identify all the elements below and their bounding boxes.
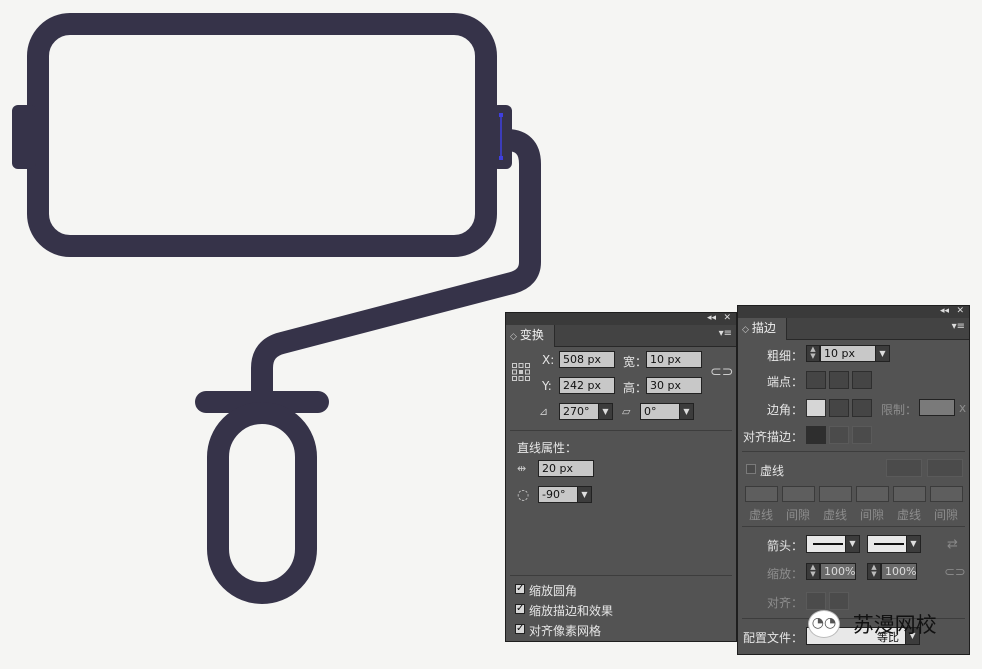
dashed-line-checkbox[interactable] xyxy=(746,464,756,474)
weight-stepper[interactable]: ▲ ▼ xyxy=(806,345,820,362)
limit-label: 限制： xyxy=(881,403,918,417)
align-arrow-label: 对齐： xyxy=(767,596,804,610)
scale-end-field[interactable]: 100% xyxy=(881,563,917,580)
arrow-place-button[interactable] xyxy=(829,592,849,610)
watermark: ◔◔ 苏漫网校 xyxy=(808,609,968,641)
miter-join-button[interactable] xyxy=(806,399,826,417)
gap-label: 间隙 xyxy=(934,508,959,522)
tab-label: 描边 xyxy=(751,321,776,335)
dash-label: 虚线 xyxy=(897,508,922,522)
round-cap-button[interactable] xyxy=(829,371,849,389)
dash-label: 虚线 xyxy=(823,508,848,522)
selection-handle-top xyxy=(499,113,503,117)
limit-field[interactable] xyxy=(919,399,955,416)
scale-strokes-checkbox[interactable]: ✓ xyxy=(515,604,525,614)
rotate-icon: ⊿ xyxy=(539,405,549,418)
scale-start-field[interactable]: 100% xyxy=(820,563,856,580)
shear-dropdown[interactable]: ▼ xyxy=(679,403,694,420)
pixel-grid-checkbox[interactable]: ✓ xyxy=(515,624,525,634)
rotate-dropdown[interactable]: ▼ xyxy=(598,403,613,420)
dash-preserve-button[interactable] xyxy=(886,459,922,477)
align-center-button[interactable] xyxy=(806,426,826,444)
width-label: 宽： xyxy=(623,355,648,369)
shear-field[interactable]: 0° xyxy=(640,403,680,420)
wechat-icon: ◔◔ xyxy=(808,610,840,638)
start-arrowhead-dropdown[interactable]: ▼ xyxy=(845,535,860,553)
panel-menu-icon[interactable]: ▾≡ xyxy=(719,328,732,339)
round-join-button[interactable] xyxy=(829,399,849,417)
scale-corners-label: 缩放圆角 xyxy=(529,584,578,598)
align-inside-button[interactable] xyxy=(829,426,849,444)
weight-dropdown[interactable]: ▼ xyxy=(875,345,890,362)
close-icon[interactable]: ✕ xyxy=(723,311,731,325)
corner-label: 边角： xyxy=(767,403,804,417)
x-field[interactable]: 508 px xyxy=(559,351,615,368)
tab-transform[interactable]: ◇ 变换 xyxy=(506,325,555,347)
start-arrowhead-select[interactable] xyxy=(806,535,846,553)
rotate-field[interactable]: 270° xyxy=(559,403,599,420)
butt-cap-button[interactable] xyxy=(806,371,826,389)
line-properties-label: 直线属性： xyxy=(517,441,578,455)
length-icon: ⇹ xyxy=(517,462,527,475)
weight-label: 粗细： xyxy=(767,349,804,363)
scale-start-stepper[interactable]: ▲ ▼ xyxy=(806,563,820,580)
height-field[interactable]: 30 px xyxy=(646,377,702,394)
roller-frame xyxy=(27,13,497,257)
reference-point-icon[interactable] xyxy=(512,363,530,381)
dashed-line-label: 虚线 xyxy=(760,464,785,478)
gap-field-1[interactable] xyxy=(782,486,815,502)
scale-label: 缩放： xyxy=(767,567,804,581)
dash-align-button[interactable] xyxy=(927,459,963,477)
bevel-join-button[interactable] xyxy=(852,399,872,417)
link-scale-icon[interactable]: ⊂⊃ xyxy=(944,565,966,580)
scale-strokes-label: 缩放描边和效果 xyxy=(529,604,614,618)
transform-panel: ◂◂ ✕ ◇ 变换 ▾≡ X: 508 px 宽： 10 px Y: 242 px… xyxy=(505,312,737,642)
align-outside-button[interactable] xyxy=(852,426,872,444)
arrowhead-label: 箭头： xyxy=(767,539,804,553)
gap-label: 间隙 xyxy=(786,508,811,522)
width-field[interactable]: 10 px xyxy=(646,351,702,368)
x-label: X: xyxy=(542,353,555,367)
shear-icon: ▱ xyxy=(622,405,631,418)
dash-field-1[interactable] xyxy=(745,486,778,502)
cap-label: 端点： xyxy=(767,375,804,389)
tab-label: 变换 xyxy=(519,328,544,342)
dash-label: 虚线 xyxy=(749,508,774,522)
gap-field-3[interactable] xyxy=(930,486,963,502)
length-field[interactable]: 20 px xyxy=(538,460,594,477)
constrain-proportions-icon[interactable]: ⊂⊃ xyxy=(710,364,733,380)
tab-stroke[interactable]: ◇ 描边 xyxy=(738,318,787,340)
watermark-text: 苏漫网校 xyxy=(852,613,937,637)
close-icon[interactable]: ✕ xyxy=(956,304,964,318)
dash-field-3[interactable] xyxy=(893,486,926,502)
scale-end-stepper[interactable]: ▲ ▼ xyxy=(867,563,881,580)
roller-left-cap xyxy=(12,105,36,169)
profile-label: 配置文件： xyxy=(743,631,804,645)
limit-unit: x xyxy=(959,401,967,415)
gap-field-2[interactable] xyxy=(856,486,889,502)
align-stroke-label: 对齐描边： xyxy=(743,430,804,444)
weight-field[interactable]: 10 px xyxy=(820,345,876,362)
scale-corners-checkbox[interactable]: ✓ xyxy=(515,584,525,594)
selection-handle-bottom xyxy=(499,156,503,160)
stroke-panel: ◂◂ ✕ ◇ 描边 ▾≡ 粗细： ▲ ▼ 10 px ▼ 端点： 边角： 限制： x… xyxy=(737,305,970,655)
collapse-icon[interactable]: ◂◂ xyxy=(707,311,716,325)
y-label: Y: xyxy=(542,379,552,393)
pixel-grid-label: 对齐像素网格 xyxy=(529,624,602,638)
swap-arrowheads-icon[interactable]: ⇄ xyxy=(947,537,958,552)
height-label: 高： xyxy=(623,381,648,395)
panel-menu-icon[interactable]: ▾≡ xyxy=(952,321,965,332)
y-field[interactable]: 242 px xyxy=(559,377,615,394)
collapse-icon[interactable]: ◂◂ xyxy=(940,304,949,318)
dash-field-2[interactable] xyxy=(819,486,852,502)
end-arrowhead-select[interactable] xyxy=(867,535,907,553)
arrow-extend-button[interactable] xyxy=(806,592,826,610)
end-arrowhead-dropdown[interactable]: ▼ xyxy=(906,535,921,553)
gap-label: 间隙 xyxy=(860,508,885,522)
angle-dropdown[interactable]: ▼ xyxy=(577,486,592,503)
angle-icon: ◌ xyxy=(517,487,530,503)
handle-grip xyxy=(207,402,317,604)
angle-field[interactable]: -90° xyxy=(538,486,578,503)
square-cap-button[interactable] xyxy=(852,371,872,389)
